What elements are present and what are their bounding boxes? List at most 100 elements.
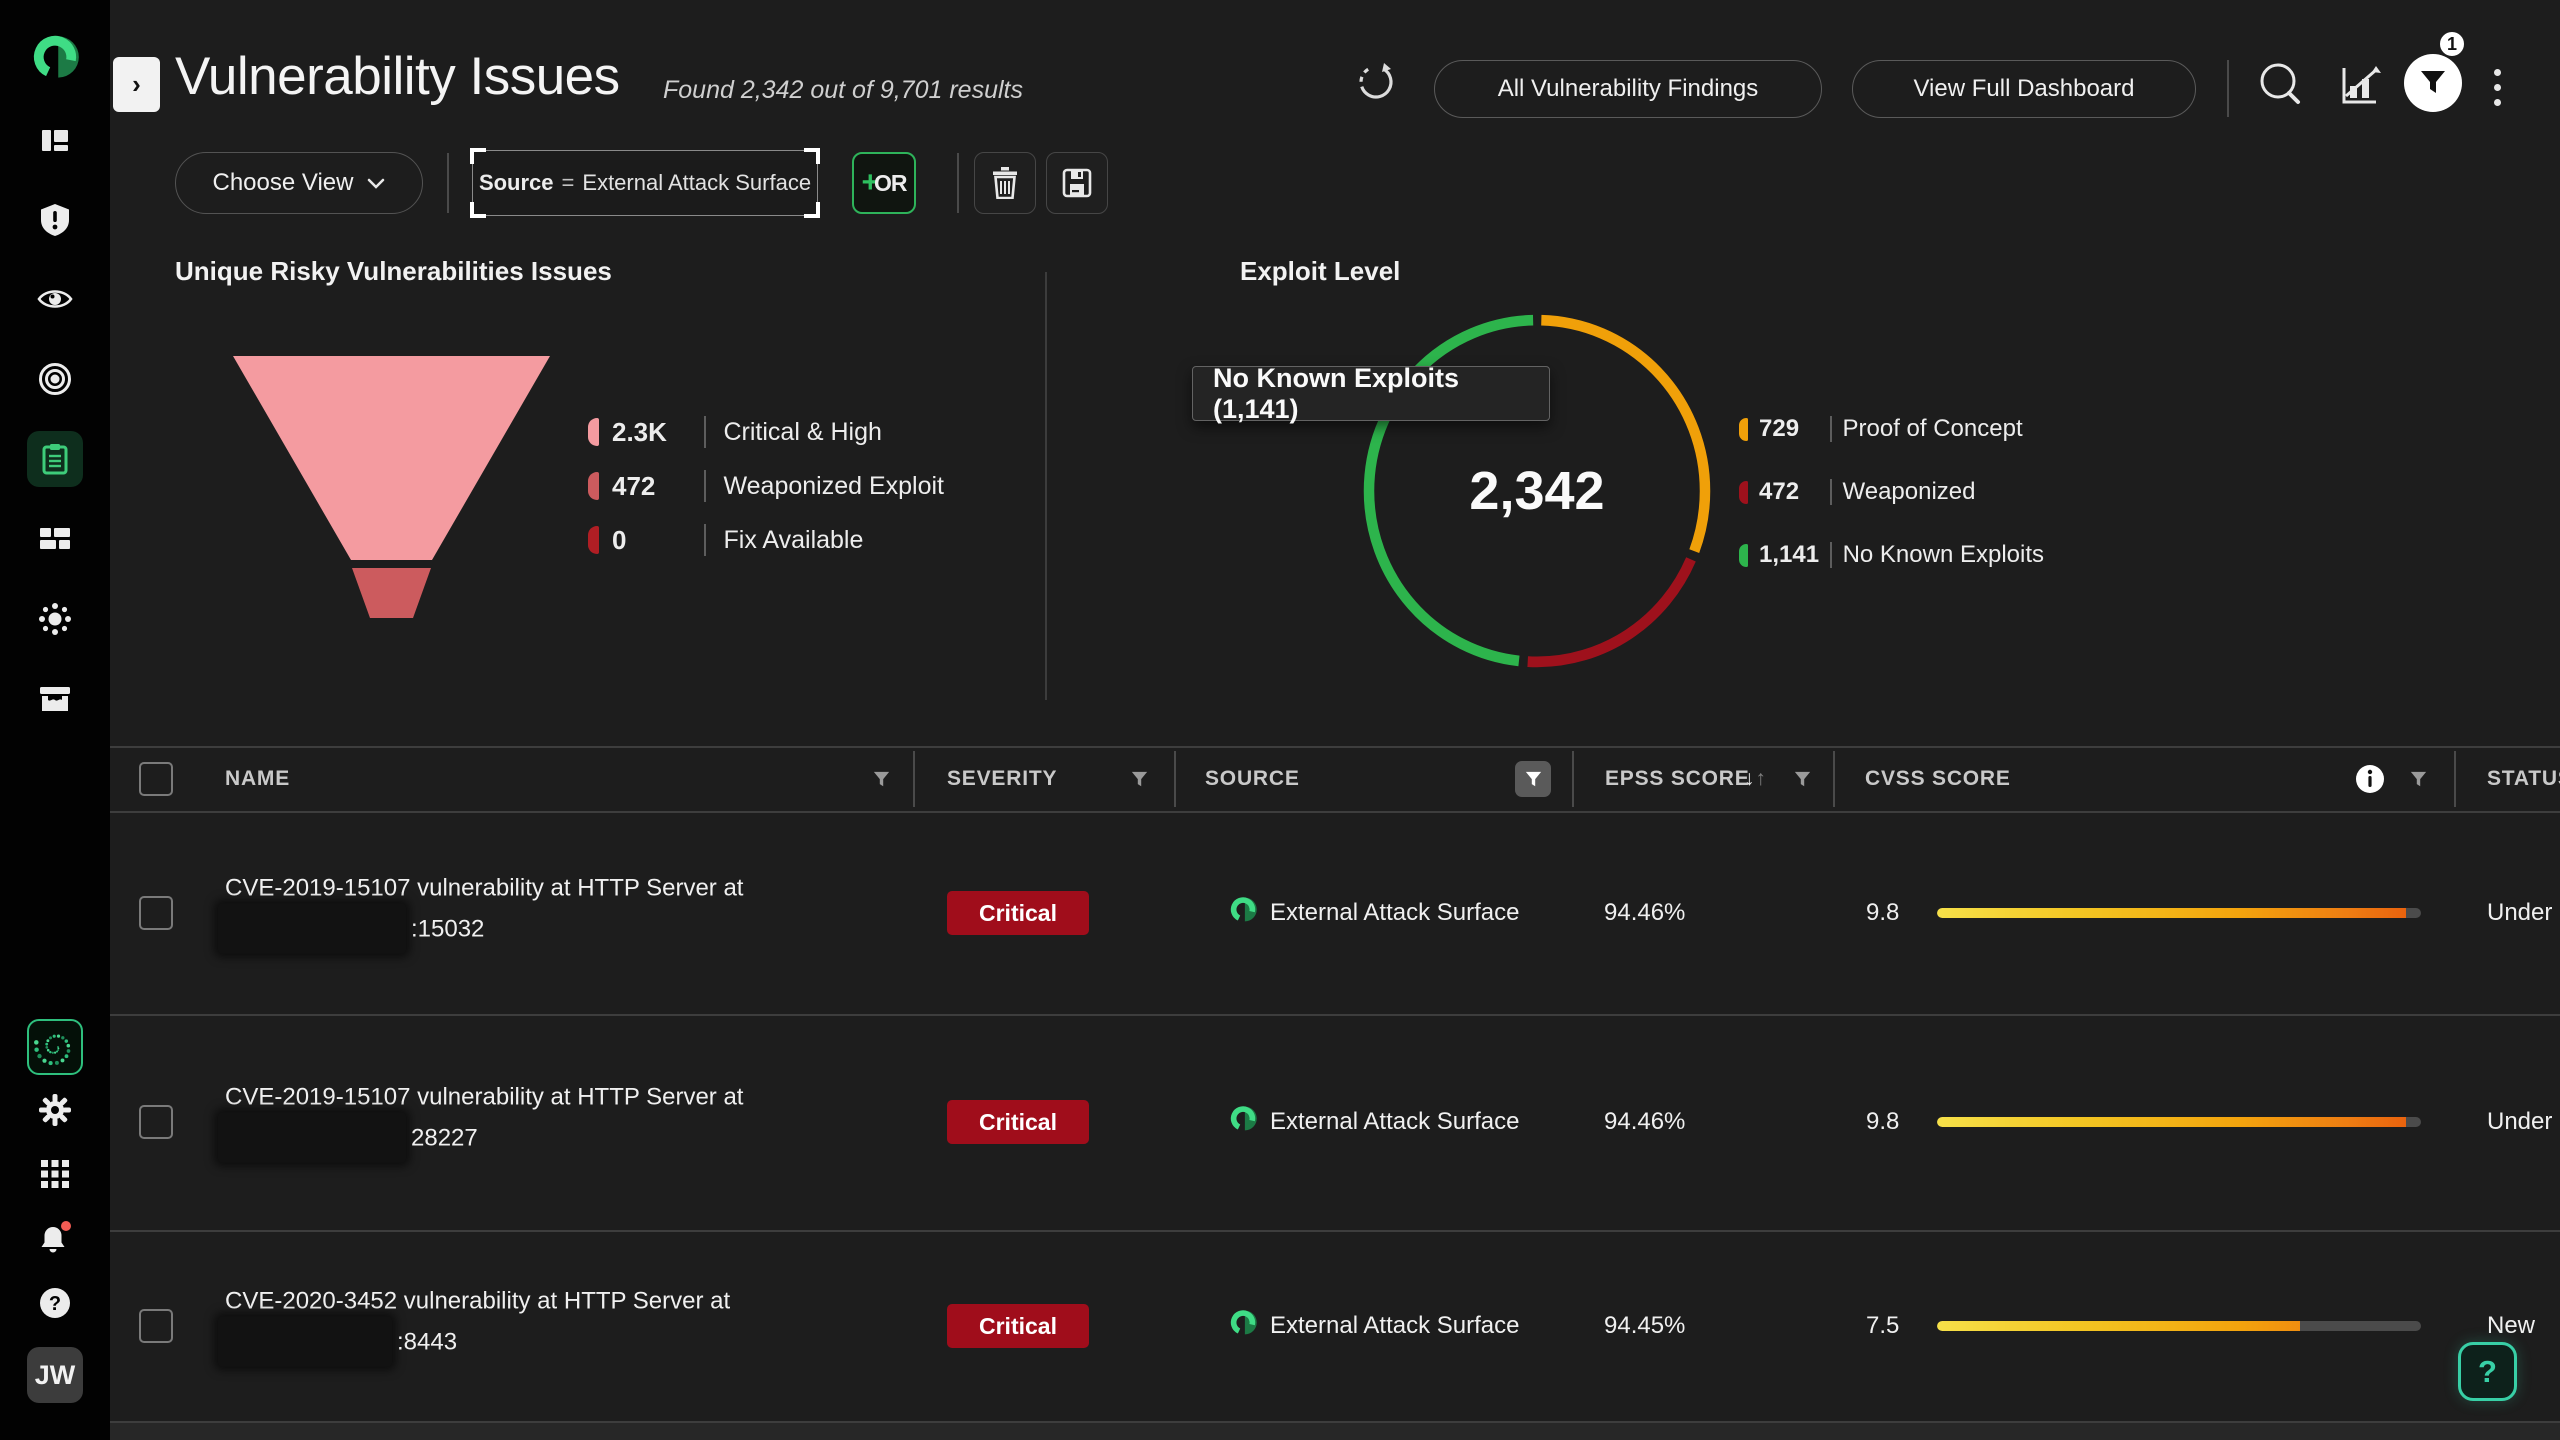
status-label: Under I [2487,1108,2560,1136]
settings-gear-icon[interactable] [27,1082,83,1138]
app-root: ? JW › Vulnerability Issues Found 2,342 … [0,0,2560,1440]
donut-total: 2,342 [1362,460,1712,522]
filter-chip-source[interactable]: Source = External Attack Surface [472,150,818,216]
help-circle-icon[interactable]: ? [27,1275,83,1331]
expand-panel-button[interactable]: › [113,57,160,112]
chip-corner [804,202,820,218]
legend-label: Critical & High [724,418,882,447]
chip-corner [804,148,820,164]
severity-filter-icon[interactable] [1131,771,1148,788]
threat-cluster-icon[interactable] [27,591,83,647]
exploit-legend: 729 Proof of Concept 472 Weaponized 1,14… [1739,415,2044,569]
table-row[interactable]: CVE-2019-15107 vulnerability at HTTP Ser… [110,812,2560,1014]
filter-button[interactable] [2404,54,2462,112]
search-icon[interactable] [2254,58,2306,115]
name-port: :8443 [397,1326,457,1357]
funnel-chart[interactable] [233,356,551,620]
col-source[interactable]: SOURCE [1205,767,1300,791]
epss-filter-icon[interactable] [1794,771,1811,788]
cvss-info-icon[interactable] [2354,763,2386,800]
vulnerability-name[interactable]: CVE-2020-3452 vulnerability at HTTP Serv… [218,1286,730,1367]
ai-sparkle-icon[interactable] [27,1019,83,1075]
choose-view-dropdown[interactable]: Choose View [175,152,423,214]
select-all-checkbox[interactable] [139,762,173,796]
legend-item[interactable]: 2.3K Critical & High [588,416,944,448]
col-epss-score[interactable]: EPSS SCORE [1605,767,1750,791]
funnel-panel-title: Unique Risky Vulnerabilities Issues [175,256,612,287]
name-filter-icon[interactable] [873,771,890,788]
legend-divider [704,470,706,502]
view-full-dashboard-button[interactable]: View Full Dashboard [1852,60,2196,118]
col-severity[interactable]: SEVERITY [947,767,1057,791]
risk-shield-icon[interactable] [27,192,83,248]
assets-blocks-icon[interactable] [27,511,83,567]
chip-corner [470,148,486,164]
vulnerability-name[interactable]: CVE-2019-15107 vulnerability at HTTP Ser… [218,1082,743,1163]
legend-item[interactable]: 1,141 No Known Exploits [1739,541,2044,569]
epss-score: 94.45% [1604,1312,1685,1340]
row-checkbox[interactable] [139,1105,173,1139]
vulnerability-name[interactable]: CVE-2019-15107 vulnerability at HTTP Ser… [218,873,743,954]
user-avatar[interactable]: JW [27,1347,83,1403]
filter-bar-divider [447,153,449,213]
source-filter-active-button[interactable] [1515,761,1551,797]
funnel-seg-weaponized[interactable] [352,568,431,618]
sidebar-item-vulnerabilities[interactable] [27,431,83,487]
table-row[interactable]: CVE-2020-3452 vulnerability at HTTP Serv… [110,1231,2560,1421]
name-line1: CVE-2019-15107 vulnerability at HTTP Ser… [218,873,743,904]
source-label: External Attack Surface [1270,899,1519,927]
sort-asc-arrow: ↑ [1755,767,1766,790]
severity-badge: Critical [947,891,1089,935]
column-divider [2454,751,2456,807]
help-fab-button[interactable]: ? [2458,1342,2517,1401]
col-name[interactable]: NAME [225,767,290,791]
name-line1: CVE-2019-15107 vulnerability at HTTP Ser… [218,1082,743,1113]
notification-dot [61,1221,71,1231]
epss-sort-icon[interactable]: ↓↑ [1744,767,1767,791]
inventory-box-icon[interactable] [27,671,83,727]
save-view-button[interactable] [1046,152,1108,214]
row-checkbox[interactable] [139,896,173,930]
legend-marker [588,472,599,500]
save-icon [1062,168,1092,198]
status-label: New [2487,1312,2535,1340]
table-row[interactable]: CVE-2019-15107 vulnerability at HTTP Ser… [110,1015,2560,1229]
or-label: OR [874,170,907,197]
row-checkbox[interactable] [139,1309,173,1343]
source-icon [1228,1308,1258,1345]
cvss-filter-icon[interactable] [2410,771,2427,788]
legend-divider [1830,416,1832,442]
kebab-menu-icon[interactable] [2482,60,2512,114]
legend-label: No Known Exploits [1843,541,2044,569]
add-or-filter-button[interactable]: + OR [852,152,916,214]
filter-bar-divider-2 [957,153,959,213]
refresh-icon[interactable] [1354,60,1398,109]
funnel-seg-critical-high[interactable] [233,356,550,560]
visibility-eye-icon[interactable] [27,271,83,327]
column-divider [913,751,915,807]
all-vulnerability-findings-button[interactable]: All Vulnerability Findings [1434,60,1822,118]
cvss-score-bar [1937,908,2421,918]
legend-item[interactable]: 472 Weaponized Exploit [588,470,944,502]
legend-item[interactable]: 472 Weaponized [1739,478,2044,506]
brand-logo-icon[interactable] [27,29,83,85]
legend-label: Weaponized [1843,478,1976,506]
notifications-bell-icon[interactable] [27,1210,83,1266]
target-scope-icon[interactable] [27,351,83,407]
epss-score: 94.46% [1604,1108,1685,1136]
legend-item[interactable]: 729 Proof of Concept [1739,415,2044,443]
col-cvss-score[interactable]: CVSS SCORE [1865,767,2011,791]
legend-item[interactable]: 0 Fix Available [588,524,944,556]
cvss-score-bar-fill [1937,908,2406,918]
source-label: External Attack Surface [1270,1312,1519,1340]
apps-grid-icon[interactable] [27,1146,83,1202]
col-status[interactable]: STATUS [2487,767,2560,791]
chart-view-icon[interactable] [2336,62,2382,113]
horizontal-scrollbar[interactable] [110,1423,2560,1440]
name-port: :15032 [411,913,484,944]
name-line1: CVE-2020-3452 vulnerability at HTTP Serv… [218,1286,730,1317]
legend-label: Weaponized Exploit [724,472,945,501]
header-divider [2227,60,2229,117]
dashboard-icon[interactable] [27,112,83,168]
delete-filters-button[interactable] [974,152,1036,214]
